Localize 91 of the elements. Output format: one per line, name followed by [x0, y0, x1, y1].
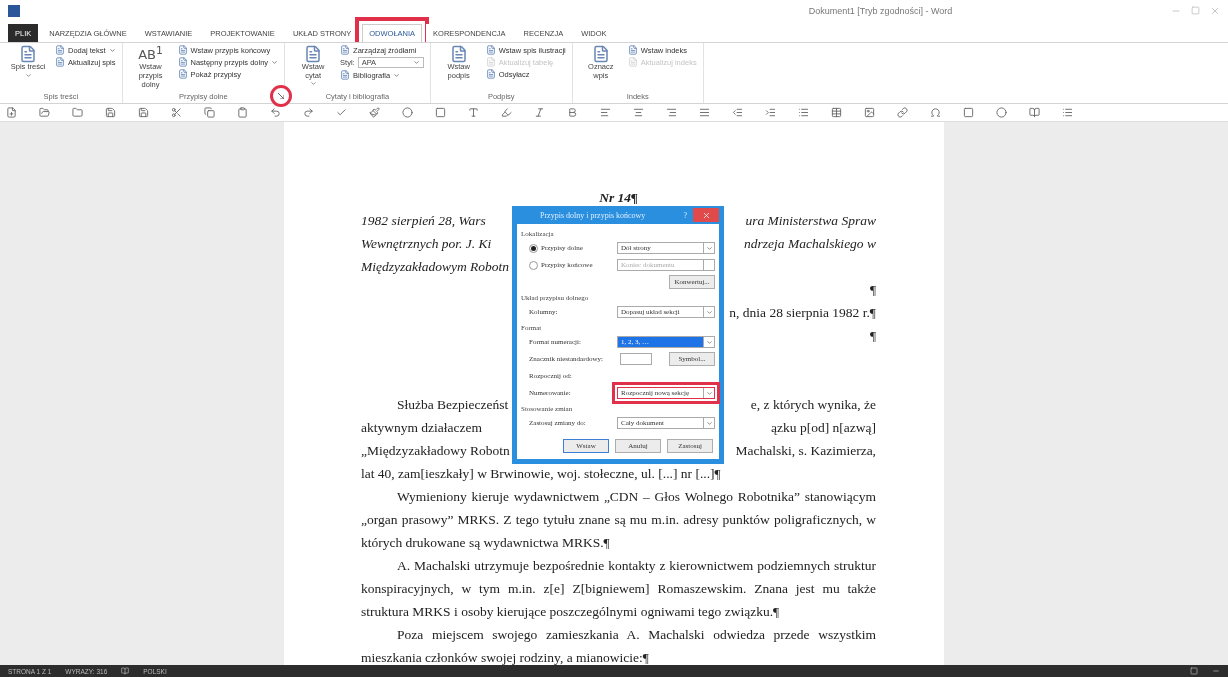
text-line: Służba Bezpieczeńst — [397, 396, 509, 414]
align-left-icon[interactable] — [600, 107, 611, 118]
text-line: Wewnętrznych por. J. Ki — [361, 235, 492, 253]
document-icon — [627, 45, 638, 55]
caret-icon — [705, 244, 713, 252]
text-line: Międzyzakładowym Robotn — [361, 258, 510, 276]
document-icon — [485, 45, 496, 55]
paragraph: Wymieniony kieruje wydawnictwem „CDN – Głos Wolnego Robotnika” stanowiącym „organ prasowy” MRKS. Z tego tytułu znane są mu m.in. adresy punktów poligraficznych, w których drukowane są wydawnictwa MRKS.¶ — [361, 488, 876, 552]
text-line: e, z których wynika, że — [750, 396, 876, 414]
square-icon[interactable] — [435, 107, 446, 118]
footnote-glyph: AB$^{1}$ — [138, 45, 163, 64]
view-icon[interactable] — [1190, 667, 1198, 675]
save-as-icon[interactable] — [138, 107, 149, 118]
caret-icon — [412, 59, 420, 66]
list-icon[interactable] — [798, 107, 809, 118]
bold-icon[interactable] — [567, 107, 578, 118]
folder-icon[interactable] — [72, 107, 83, 118]
list-icon[interactable] — [1062, 107, 1073, 118]
window-title: Dokument1 [Tryb zgodności] - Word — [808, 6, 953, 16]
dialog-title: Przypis dolny i przypis końcowy — [540, 210, 646, 220]
italic-icon[interactable] — [534, 107, 545, 118]
text-line: Machalski, s. Kazimierza, — [735, 442, 876, 460]
input-field[interactable] — [620, 353, 653, 365]
zoom-out-icon[interactable] — [1212, 667, 1220, 675]
text-line: 1982 sierpień 28, Wars — [361, 212, 486, 230]
caret-icon — [705, 308, 713, 316]
link-icon[interactable] — [897, 107, 908, 118]
document-icon — [304, 45, 323, 63]
document-icon — [340, 45, 351, 55]
document-heading: Nr 14¶ — [598, 189, 639, 207]
align-right-icon[interactable] — [666, 107, 677, 118]
document-icon — [627, 57, 638, 67]
open-folder-icon[interactable] — [39, 107, 50, 118]
cut-icon[interactable] — [171, 107, 182, 118]
book-icon[interactable] — [1029, 107, 1040, 118]
document-icon — [340, 70, 351, 80]
text-line: n, dnia 28 sierpnia 1982 r.¶ — [729, 304, 876, 322]
document-icon — [591, 45, 610, 63]
omega-icon[interactable] — [930, 107, 941, 118]
text-line: ¶ — [869, 327, 876, 345]
document-icon — [485, 69, 496, 79]
text-line: „Międzyzakładowy Robotn — [361, 442, 510, 460]
text-line: ndrzeja Machalskiego w — [744, 235, 876, 253]
table-icon[interactable] — [831, 107, 842, 118]
close-button[interactable] — [693, 208, 719, 222]
square-icon[interactable] — [963, 107, 974, 118]
brush-icon[interactable] — [369, 107, 380, 118]
caret-icon — [705, 338, 713, 346]
new-document-icon[interactable] — [6, 107, 17, 118]
document-icon — [177, 57, 188, 67]
caret-icon — [393, 71, 401, 79]
paste-icon[interactable] — [237, 107, 248, 118]
document-icon — [55, 57, 65, 67]
circle-icon[interactable] — [402, 107, 413, 118]
check-icon[interactable] — [336, 107, 347, 118]
document-icon — [485, 57, 496, 67]
document-icon — [55, 45, 65, 55]
caret-icon — [24, 71, 32, 79]
caret-icon — [309, 80, 317, 88]
document-icon — [177, 69, 188, 79]
radio-button[interactable] — [529, 243, 538, 253]
text-line: ¶ — [869, 281, 876, 299]
caret-icon — [705, 419, 713, 427]
text-line: ązku p[od] n[azwą] — [771, 419, 876, 437]
document-icon — [19, 45, 37, 63]
paragraph: lat 40, zam[ieszkały] w Brwinowie, woj. stołeczne, ul. [...] nr [...]¶ — [361, 465, 722, 483]
redo-icon[interactable] — [303, 107, 314, 118]
paragraph: A. Machalski utrzymuje bezpośrednie kontakty z kierownictwem podziemnych struktur konspiracyjnych, w tym m.in. z[e] Z[bigniewem] Romaszewskim. Znana jest mu także struktura MRKS i osoby kierujące poszczególnymi ogniwami tego związku.¶ — [361, 557, 876, 621]
save-icon[interactable] — [105, 107, 116, 118]
indent-icon[interactable] — [765, 107, 776, 118]
caret-icon — [108, 46, 116, 54]
justify-icon[interactable] — [699, 107, 710, 118]
document-icon — [177, 45, 188, 55]
caret-icon — [271, 58, 279, 66]
proofing-icon[interactable] — [121, 667, 130, 675]
close-icon — [701, 210, 711, 220]
document-icon — [449, 45, 468, 63]
app-logo-icon — [8, 5, 20, 17]
undo-icon[interactable] — [270, 107, 281, 118]
image-icon[interactable] — [864, 107, 875, 118]
outdent-icon[interactable] — [732, 107, 743, 118]
text-line: aktywnym działaczem — [361, 419, 483, 437]
caret-icon — [705, 389, 713, 397]
copy-icon[interactable] — [204, 107, 215, 118]
text-line: ura Ministerstwa Spraw — [745, 212, 876, 230]
align-center-icon[interactable] — [633, 107, 644, 118]
dialog-launcher-icon[interactable] — [270, 85, 293, 107]
circle-icon[interactable] — [996, 107, 1007, 118]
highlighter-icon[interactable] — [501, 107, 512, 118]
font-color-icon[interactable] — [468, 107, 479, 118]
paragraph: Poza miejscem swojego zamieszkania A. Machalski odwiedza przede wszystkim mieszkania członków swojej rodziny, a mianowicie:¶ — [361, 626, 876, 665]
